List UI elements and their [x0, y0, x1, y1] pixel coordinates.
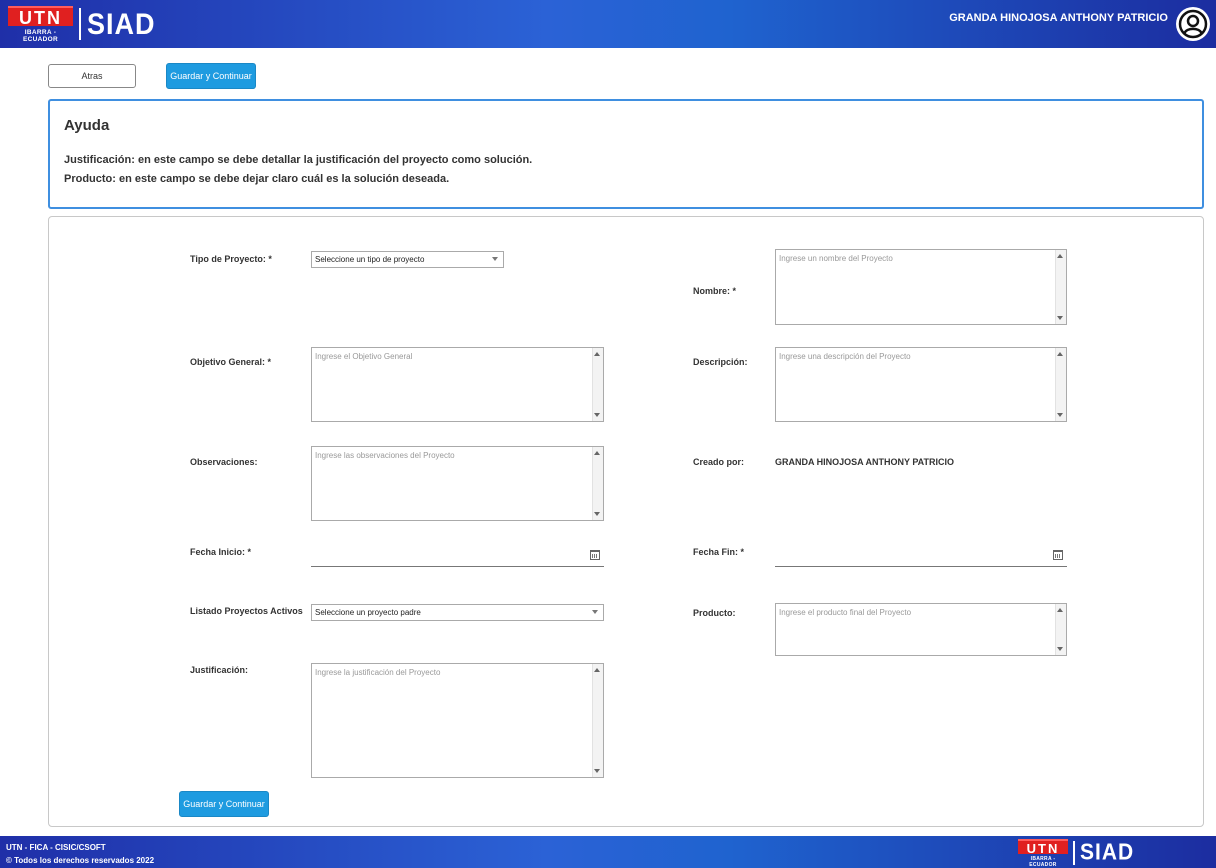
observaciones-placeholder: Ingrese las observaciones del Proyecto	[315, 451, 455, 460]
save-continue-button-top[interactable]: Guardar y Continuar	[166, 63, 256, 89]
logo-divider	[79, 8, 81, 40]
user-name: GRANDA HINOJOSA ANTHONY PATRICIO	[949, 12, 1168, 24]
observaciones-label: Observaciones:	[190, 457, 258, 467]
calendar-icon[interactable]	[1053, 550, 1063, 560]
fecha-inicio-input[interactable]	[311, 547, 604, 567]
help-justificacion-text: Justificación: en este campo se debe det…	[64, 154, 533, 166]
objetivo-general-placeholder: Ingrese el Objetivo General	[315, 352, 413, 361]
producto-label: Producto:	[693, 608, 736, 618]
descripcion-placeholder: Ingrese una descripción del Proyecto	[779, 352, 911, 361]
nombre-placeholder: Ingrese un nombre del Proyecto	[779, 254, 893, 263]
utn-siad-logo[interactable]: UTN IBARRA - ECUADOR SIAD	[8, 0, 156, 48]
utn-logo-subtitle: IBARRA - ECUADOR	[23, 28, 58, 43]
listado-proyectos-label: Listado Proyectos Activos	[190, 606, 303, 616]
footer: UTN - FICA - CISIC/CSOFT © Todos los der…	[0, 836, 1216, 868]
fecha-fin-label: Fecha Fin: *	[693, 547, 745, 557]
user-avatar-icon[interactable]	[1176, 7, 1210, 41]
fecha-inicio-label: Fecha Inicio: *	[190, 547, 252, 557]
creado-por-value: GRANDA HINOJOSA ANTHONY PATRICIO	[775, 457, 955, 467]
proyecto-padre-select-value: Seleccione un proyecto padre	[315, 608, 421, 617]
descripcion-textarea[interactable]: Ingrese una descripción del Proyecto	[775, 347, 1067, 422]
justificacion-placeholder: Ingrese la justificación del Proyecto	[315, 668, 441, 677]
save-continue-button-bottom[interactable]: Guardar y Continuar	[179, 791, 269, 817]
footer-utn-siad-logo: UTN IBARRA - ECUADOR SIAD	[1018, 838, 1134, 868]
top-header: UTN IBARRA - ECUADOR SIAD GRANDA HINOJOS…	[0, 0, 1216, 48]
back-button[interactable]: Atras	[48, 64, 136, 88]
utn-logo-mark: UTN IBARRA - ECUADOR	[1018, 838, 1068, 868]
tipo-proyecto-select[interactable]: Seleccione un tipo de proyecto	[311, 251, 504, 268]
help-producto-text: Producto: en este campo se debe dejar cl…	[64, 173, 450, 185]
utn-logo-letters: UTN	[8, 5, 73, 28]
scrollbar[interactable]	[1055, 250, 1066, 324]
observaciones-textarea[interactable]: Ingrese las observaciones del Proyecto	[311, 446, 604, 521]
help-title: Ayuda	[64, 117, 110, 134]
user-menu[interactable]: GRANDA HINOJOSA ANTHONY PATRICIO	[949, 0, 1210, 48]
tipo-proyecto-label: Tipo de Proyecto: *	[190, 254, 272, 264]
descripcion-label: Descripción:	[693, 357, 748, 367]
creado-por-label: Creado por:	[693, 457, 745, 467]
producto-placeholder: Ingrese el producto final del Proyecto	[779, 608, 912, 617]
scrollbar[interactable]	[592, 664, 603, 777]
justificacion-textarea[interactable]: Ingrese la justificación del Proyecto	[311, 663, 604, 778]
objetivo-general-textarea[interactable]: Ingrese el Objetivo General	[311, 347, 604, 422]
app-name: SIAD	[1080, 839, 1135, 866]
nombre-label: Nombre: *	[693, 286, 737, 296]
fecha-fin-input[interactable]	[775, 547, 1067, 567]
nombre-textarea[interactable]: Ingrese un nombre del Proyecto	[775, 249, 1067, 325]
scrollbar[interactable]	[592, 447, 603, 520]
logo-divider	[1073, 841, 1075, 865]
scrollbar[interactable]	[1055, 348, 1066, 421]
chevron-down-icon	[592, 610, 598, 614]
footer-credits: UTN - FICA - CISIC/CSOFT	[6, 843, 106, 852]
utn-logo-mark: UTN IBARRA - ECUADOR	[8, 5, 73, 43]
app-name: SIAD	[87, 6, 156, 40]
proyecto-padre-select[interactable]: Seleccione un proyecto padre	[311, 604, 604, 621]
scrollbar[interactable]	[1055, 604, 1066, 655]
producto-textarea[interactable]: Ingrese el producto final del Proyecto	[775, 603, 1067, 656]
justificacion-label: Justificación:	[190, 665, 249, 675]
utn-logo-letters: UTN	[1018, 838, 1068, 856]
tipo-proyecto-select-value: Seleccione un tipo de proyecto	[315, 255, 425, 264]
footer-copyright: © Todos los derechos reservados 2022	[6, 856, 155, 865]
calendar-icon[interactable]	[590, 550, 600, 560]
chevron-down-icon	[492, 257, 498, 261]
help-panel: Ayuda Justificación: en este campo se de…	[48, 99, 1204, 209]
utn-logo-subtitle: IBARRA - ECUADOR	[1029, 855, 1057, 868]
scrollbar[interactable]	[592, 348, 603, 421]
objetivo-general-label: Objetivo General: *	[190, 357, 272, 367]
